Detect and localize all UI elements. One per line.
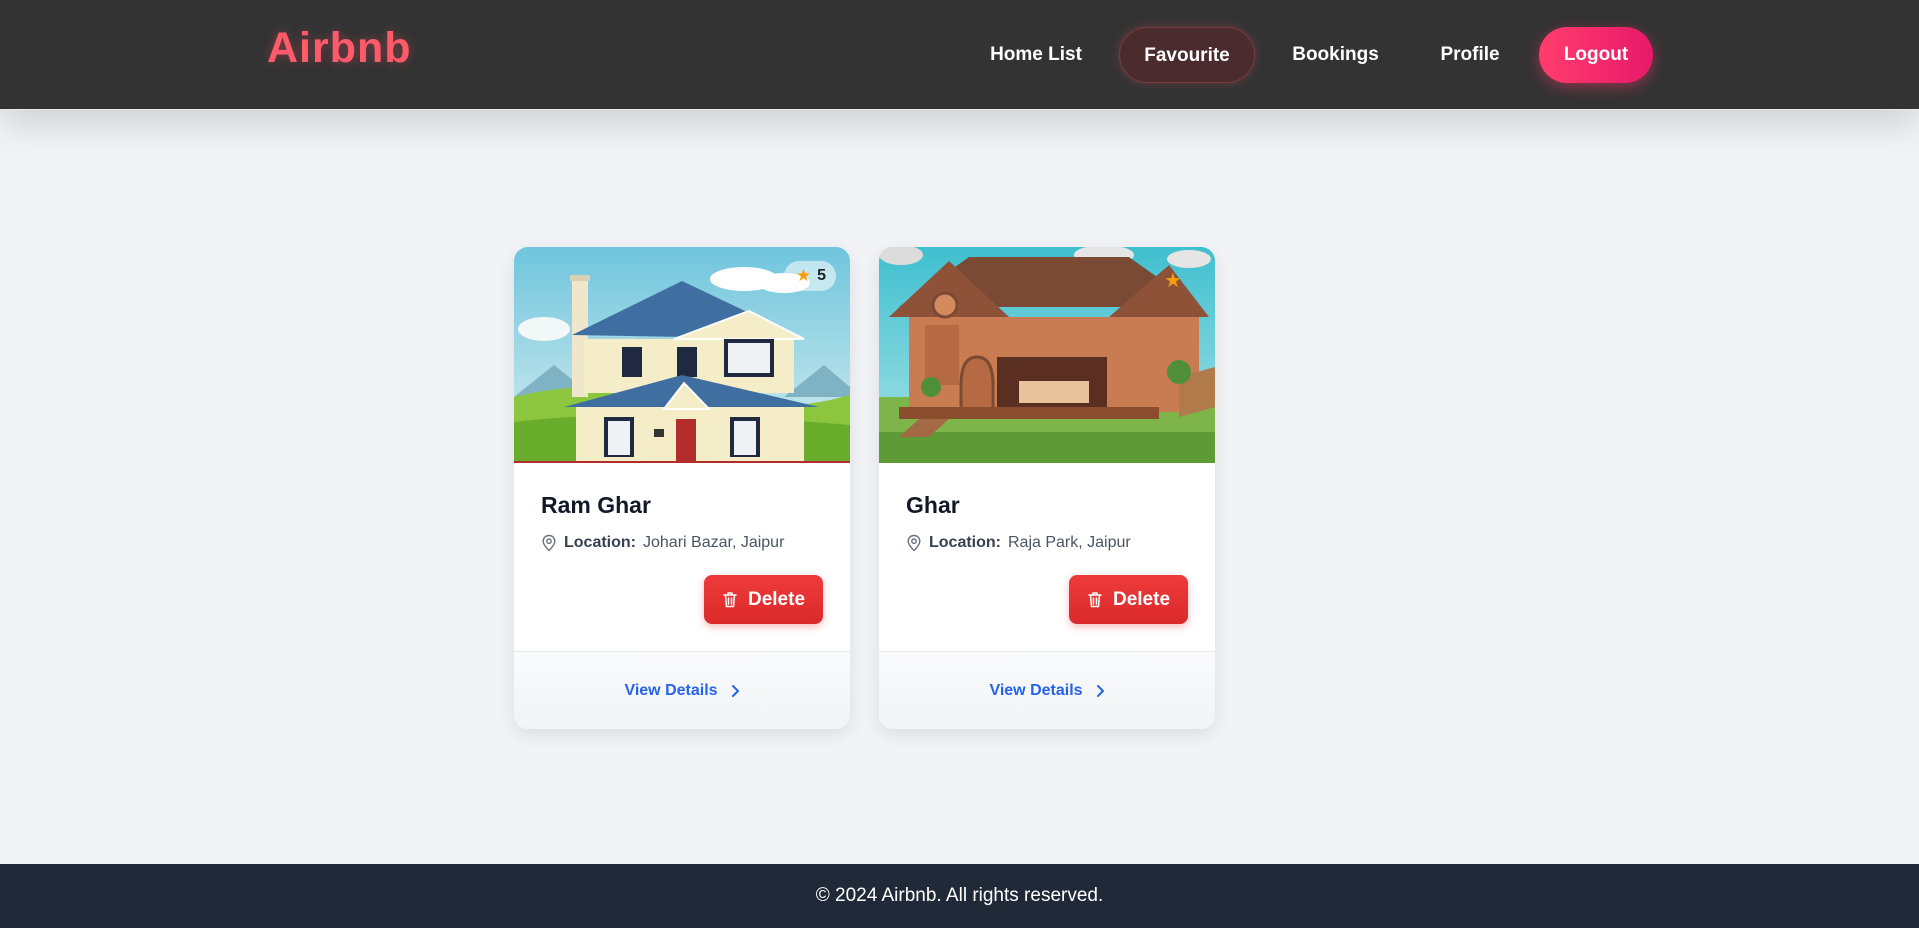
chevron-right-icon [1096,684,1104,697]
home-title: Ram Ghar [541,492,651,518]
delete-button[interactable]: Delete [704,575,823,624]
nav-profile[interactable]: Profile [1414,27,1526,83]
home-location: Location: Johari Bazar, Jaipur [541,533,784,553]
trash-icon [723,592,737,608]
navbar: Airbnb Home List Favourite Bookings Prof… [0,0,1919,110]
location-label: Location: [929,534,1001,551]
location-value: Johari Bazar, Jaipur [643,534,785,551]
brand-logo[interactable]: Airbnb [267,24,412,73]
home-image[interactable]: ★ 5 [514,247,850,463]
delete-label: Delete [1112,588,1171,610]
delete-label: Delete [747,588,806,610]
home-location: Location: Raja Park, Jaipur [906,533,1131,553]
star-icon: ★ [795,266,812,285]
trash-icon [1088,592,1102,608]
logout-button[interactable]: Logout [1539,27,1653,83]
map-pin-icon [907,534,921,552]
map-pin-icon [542,534,556,552]
location-label: Location: [564,534,636,551]
location-value: Raja Park, Jaipur [1008,534,1131,551]
home-title: Ghar [906,492,960,518]
nav-home-list[interactable]: Home List [976,27,1096,83]
view-details-link[interactable]: View Details [514,651,850,729]
copyright-text: © 2024 Airbnb. All rights reserved. [815,885,1104,906]
page-footer: © 2024 Airbnb. All rights reserved. [0,864,1919,928]
home-image[interactable]: ★ [879,247,1215,463]
nav-bookings[interactable]: Bookings [1283,27,1388,83]
delete-button[interactable]: Delete [1069,575,1188,624]
view-details-label: View Details [624,681,718,699]
favourite-card: ★ 5 Ram Ghar Location: Johari Bazar, Jai… [514,247,850,729]
favourite-card: ★ Ghar Location: Raja Park, Jaipur Delet… [879,247,1215,729]
rating-value: 5 [817,267,826,284]
svg-text:★: ★ [1164,268,1182,292]
view-details-link[interactable]: View Details [879,651,1215,729]
nav-favourite[interactable]: Favourite [1119,27,1255,83]
view-details-label: View Details [989,681,1083,699]
chevron-right-icon [731,684,739,697]
rating-badge: ★ 5 [783,261,836,291]
